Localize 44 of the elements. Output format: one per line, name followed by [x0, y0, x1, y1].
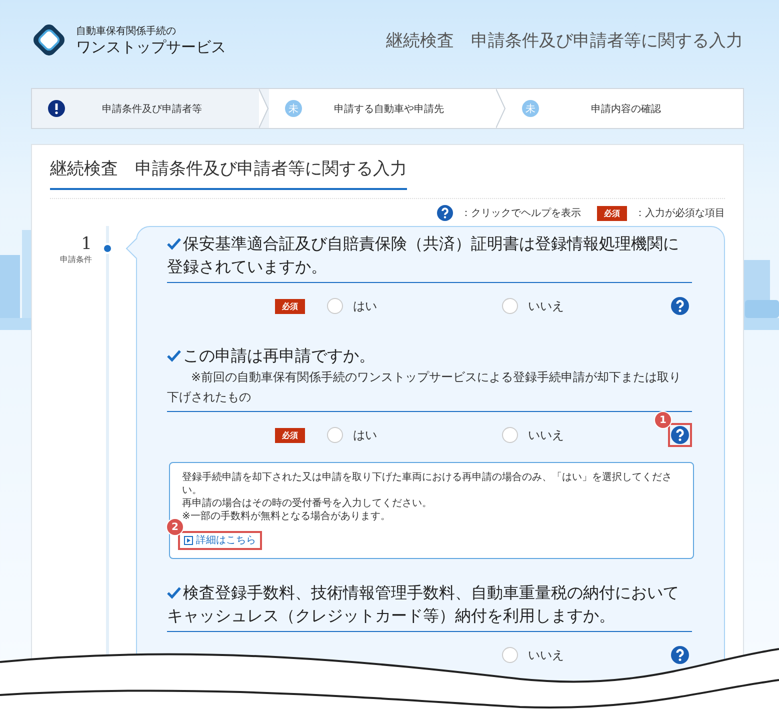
question-note: ※前回の自動車保有関係手続のワンストップサービスによる登録手続申請が却下または取り下げされたもの	[167, 369, 682, 406]
timeline-dot	[102, 243, 113, 254]
radio-option[interactable]: いいえ	[502, 298, 564, 314]
help-button[interactable]	[668, 423, 692, 447]
legend-text: ：入力が必須な項目	[635, 206, 725, 220]
help-text: 登録手続申請を却下された又は申請を取り下げた車両における再申請の場合のみ、「はい」を選択してください。	[182, 471, 673, 497]
question-title: 保安基準適合証及び自賠責保険（共済）証明書は登録情報処理機関に登録されていますか。	[167, 233, 680, 278]
exclamation-icon	[48, 100, 65, 117]
step-label: 申請する自動車や申請先	[333, 102, 445, 116]
radio-option[interactable]: いいえ	[502, 426, 564, 444]
pending-badge: 未	[285, 100, 302, 117]
help-button[interactable]	[668, 643, 692, 667]
required-badge: 必須	[275, 298, 305, 314]
checkmark-icon	[167, 350, 181, 362]
help-icon	[671, 297, 689, 315]
pending-badge: 未	[522, 100, 539, 117]
checkmark-icon	[167, 587, 181, 599]
help-icon	[437, 205, 453, 221]
help-icon	[671, 646, 689, 664]
help-icon	[671, 426, 689, 444]
required-badge: 必須	[275, 428, 305, 442]
help-button[interactable]	[668, 294, 692, 318]
required-badge: 必須	[597, 206, 627, 220]
logo-title: ワンストップサービス	[76, 38, 226, 56]
radio-option[interactable]: いいえ	[502, 646, 564, 664]
question-title: 検査登録手数料、技術情報管理手数料、自動車重量税の納付においてキャッシュレス（クレジットカード等）納付を利用しますか。	[167, 582, 680, 627]
page-title: 継続検査 申請条件及び申請者等に関する入力	[386, 30, 743, 52]
play-square-icon	[184, 536, 193, 545]
section-number: 1	[81, 234, 92, 254]
callout-number: 1	[654, 411, 672, 429]
details-link[interactable]: 詳細はこちら	[178, 531, 262, 550]
radio-option[interactable]: はい	[327, 426, 377, 444]
section-label: 申請条件	[60, 254, 92, 265]
question-title: この申請は再申請ですか。	[167, 344, 692, 367]
step-label: 申請条件及び申請者等	[101, 102, 203, 116]
logo-subtitle: 自動車保有関係手続の	[76, 24, 177, 38]
step-label: 申請内容の確認	[590, 102, 662, 116]
panel-title: 継続検査 申請条件及び申請者等に関する入力	[50, 157, 407, 190]
radio-option[interactable]: はい	[327, 298, 377, 314]
help-text: ※一部の手数料が無料となる場合があります。	[182, 510, 392, 523]
checkmark-icon	[167, 238, 181, 250]
legend-text: ：クリックでヘルプを表示	[461, 206, 581, 220]
help-text: 再申請の場合はその時の受付番号を入力してください。	[182, 497, 433, 510]
callout-number: 2	[166, 518, 184, 536]
